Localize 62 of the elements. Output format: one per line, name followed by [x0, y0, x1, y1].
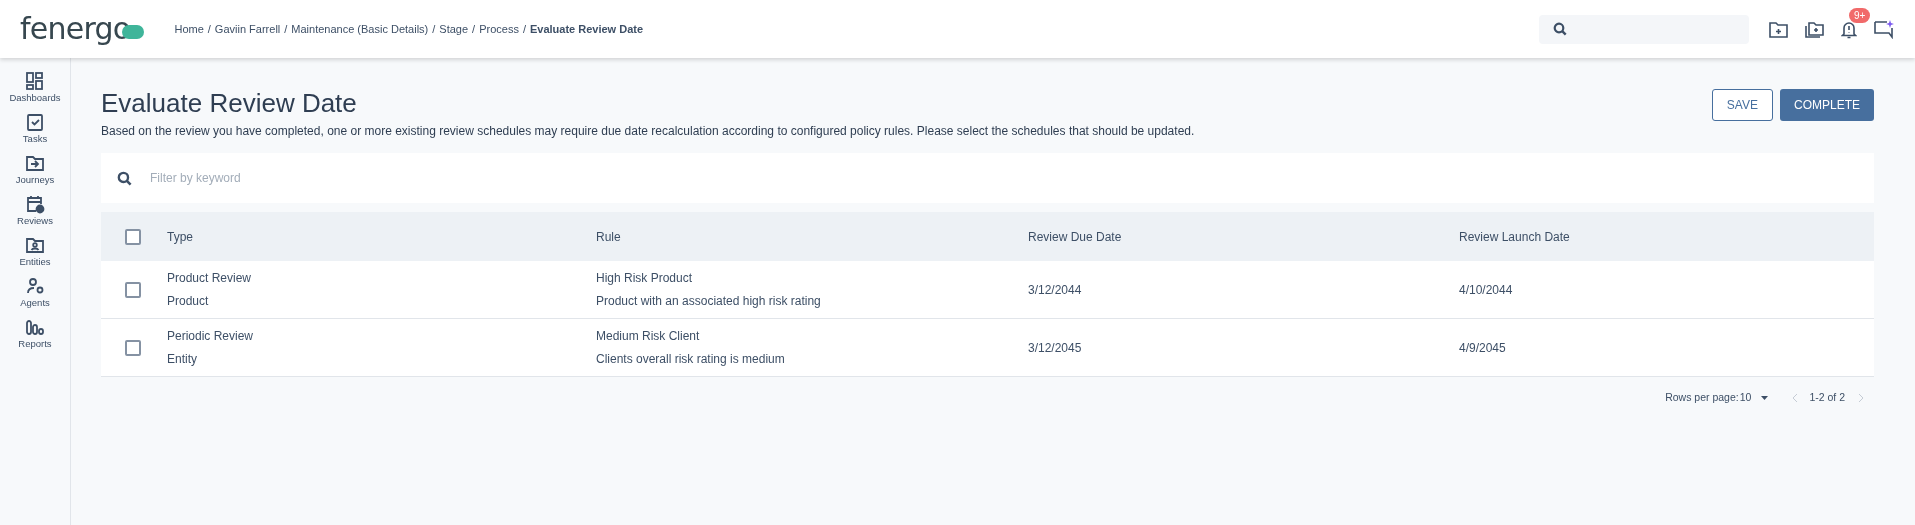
- breadcrumb-link[interactable]: Gaviin Farrell: [214, 20, 281, 38]
- folder-person-icon: [25, 235, 45, 255]
- table-cell-text: Product Review: [167, 270, 252, 287]
- rows-per-page-select[interactable]: 10: [1739, 390, 1769, 406]
- table-cell-text: 3/12/2045: [1028, 339, 1082, 357]
- search-icon: [1553, 22, 1567, 36]
- sidebar-item[interactable]: Agents: [2, 276, 68, 309]
- table-cell-text: 4/9/2045: [1459, 339, 1506, 357]
- table-cell-text: Medium Risk Client: [596, 328, 700, 345]
- table-cell-text: Periodic Review: [167, 328, 254, 345]
- table-cell-text: 3/12/2044: [1028, 281, 1082, 299]
- folder-plus-icon[interactable]: [1769, 20, 1788, 38]
- sidebar-item[interactable]: Entities: [2, 235, 68, 268]
- table-cell-text: Product: [167, 293, 209, 310]
- breadcrumb-separator: /: [432, 21, 436, 37]
- sidebar-item[interactable]: Journeys: [2, 153, 68, 186]
- breadcrumb-separator: /: [522, 21, 526, 37]
- caret-icon: [1761, 395, 1769, 400]
- folders-icon[interactable]: [1805, 20, 1824, 38]
- breadcrumb-separator: /: [472, 21, 476, 37]
- breadcrumb-link[interactable]: Home: [174, 20, 204, 38]
- grid-icon: [25, 71, 45, 91]
- complete-button[interactable]: COMPLETE: [1780, 89, 1874, 121]
- folder-arrow-icon: [25, 153, 45, 173]
- sidebar-item[interactable]: Dashboards: [2, 71, 68, 104]
- filter-bar[interactable]: Filter by keyword: [101, 153, 1874, 203]
- column-header[interactable]: Type: [167, 227, 193, 246]
- table-cell-text: 4/10/2044: [1459, 281, 1513, 299]
- sidebar-item[interactable]: Reviews: [2, 194, 68, 227]
- sidebar-item[interactable]: Reports: [2, 317, 68, 350]
- column-header[interactable]: Review Due Date: [1028, 227, 1122, 246]
- bell-icon[interactable]: [1841, 19, 1857, 39]
- sidebar-item[interactable]: Tasks: [2, 112, 68, 145]
- table-cell-text: High Risk Product: [596, 270, 693, 287]
- search-icon: [117, 170, 132, 186]
- table-cell-text: Entity: [167, 351, 197, 368]
- table-row[interactable]: Product Review Product High Risk Product Product with an associated high risk rating 3/12/2044 4/10/2044: [101, 261, 1874, 319]
- clipboard-check-icon: [25, 112, 45, 132]
- checkbox[interactable]: [125, 228, 141, 245]
- column-header[interactable]: Review Launch Date: [1459, 227, 1570, 246]
- checkbox[interactable]: [125, 339, 141, 356]
- breadcrumb-current: Evaluate Review Date: [529, 21, 644, 37]
- breadcrumb-separator: /: [284, 21, 288, 37]
- column-header[interactable]: Rule: [596, 227, 621, 246]
- table-row[interactable]: Periodic Review Entity Medium Risk Client Clients overall risk rating is medium 3/12/2045 4/9/2045: [101, 319, 1874, 377]
- notification-badge: 9+: [1849, 7, 1871, 23]
- chat-sparkle-icon[interactable]: [1874, 19, 1895, 39]
- breadcrumb-separator: /: [207, 21, 211, 37]
- page-title: Evaluate Review Date: [101, 88, 358, 118]
- checkbox[interactable]: [125, 281, 141, 298]
- breadcrumb-link[interactable]: Process: [479, 20, 519, 38]
- page-range: 1-2 of 2: [1809, 390, 1845, 405]
- rows-per-page-label: Rows per page:: [1665, 390, 1739, 405]
- logo[interactable]: fenergo: [20, 14, 131, 44]
- table-cell-text: Clients overall risk rating is medium: [596, 351, 785, 368]
- bar-chart-icon: [25, 317, 45, 337]
- page-description: Based on the review you have completed, one or more existing review schedules may require due date recalculation according to configured policy rules. Please select the schedules that should be updated.: [101, 123, 1196, 140]
- breadcrumb-link[interactable]: Maintenance (Basic Details): [291, 20, 429, 38]
- search-field[interactable]: [1539, 14, 1749, 44]
- breadcrumb-link[interactable]: Stage: [439, 20, 469, 38]
- save-button[interactable]: SAVE: [1711, 89, 1773, 121]
- table-cell-text: Product with an associated high risk rating: [596, 293, 821, 310]
